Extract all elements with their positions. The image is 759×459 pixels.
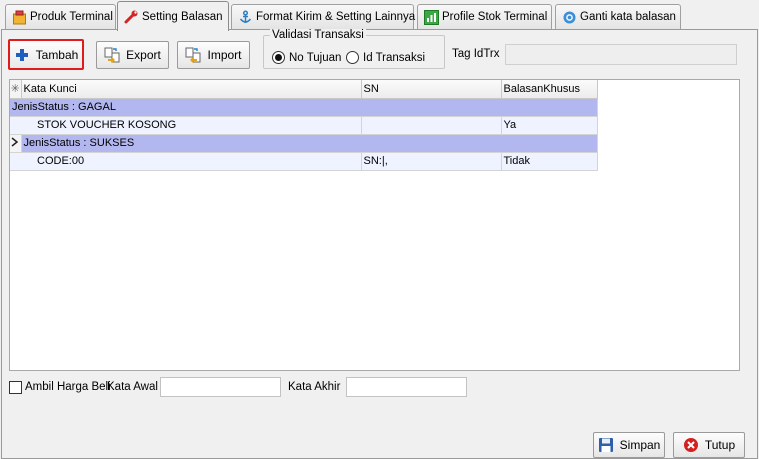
kata-balasan-grid: ✳ Kata Kunci SN BalasanKhusus JenisStatu…: [9, 79, 740, 371]
group-label: JenisStatus : GAGAL: [10, 98, 598, 117]
cell-sn[interactable]: [361, 116, 502, 135]
radio-indicator: [272, 51, 285, 64]
chart-icon: [424, 9, 439, 25]
radio-no-tujuan[interactable]: No Tujuan: [272, 51, 341, 64]
tutup-label: Tutup: [704, 438, 736, 452]
radio-label: No Tujuan: [289, 51, 342, 64]
tutup-button[interactable]: Tutup: [673, 432, 745, 458]
tab-produk-terminal[interactable]: Produk Terminal: [5, 4, 116, 29]
plus-icon: [14, 47, 30, 63]
column-header-balasan-khusus[interactable]: BalasanKhusus: [501, 80, 598, 99]
tag-idtrx-input[interactable]: [505, 44, 737, 65]
column-header-sn[interactable]: SN: [361, 80, 502, 99]
tab-ganti-kata-balasan[interactable]: Ganti kata balasan: [555, 4, 681, 29]
tab-label: Produk Terminal: [30, 11, 113, 23]
table-row[interactable]: CODE:00 SN:|, Tidak: [10, 152, 598, 171]
ambil-harga-beli-checkbox[interactable]: [9, 381, 22, 394]
simpan-label: Simpan: [619, 438, 661, 452]
group-row-gagal[interactable]: JenisStatus : GAGAL: [10, 98, 598, 117]
grid-table: ✳ Kata Kunci SN BalasanKhusus JenisStatu…: [10, 80, 598, 171]
cell-sn[interactable]: SN:|,: [361, 152, 502, 171]
ring-icon: [562, 10, 577, 25]
kata-awal-input[interactable]: [160, 377, 281, 397]
tab-label: Setting Balasan: [142, 10, 223, 23]
tab-bar: Produk Terminal Setting Balasan Format K…: [0, 0, 759, 31]
tab-label: Profile Stok Terminal: [442, 11, 548, 23]
export-label: Export: [126, 48, 161, 62]
group-label: JenisStatus : SUKSES: [21, 134, 598, 153]
kata-akhir-input[interactable]: [346, 377, 467, 397]
row-pointer-icon: [10, 134, 22, 153]
close-icon: [683, 437, 699, 453]
tag-idtrx-label: Tag IdTrx: [452, 48, 500, 60]
kata-akhir-label: Kata Akhir: [288, 381, 341, 393]
tambah-button[interactable]: Tambah: [8, 39, 84, 70]
import-icon: [185, 47, 201, 63]
tab-label: Ganti kata balasan: [580, 11, 676, 23]
group-row-sukses[interactable]: JenisStatus : SUKSES: [10, 134, 598, 153]
cell-kata-kunci[interactable]: CODE:00: [10, 152, 362, 171]
import-label: Import: [207, 48, 242, 62]
cell-kata-kunci[interactable]: STOK VOUCHER KOSONG: [10, 116, 362, 135]
import-button[interactable]: Import: [177, 41, 250, 69]
simpan-button[interactable]: Simpan: [593, 432, 665, 458]
asterisk-icon: ✳: [10, 80, 22, 99]
validasi-transaksi-group: Validasi Transaksi No Tujuan Id Transaks…: [263, 29, 445, 69]
export-button[interactable]: Export: [96, 41, 169, 69]
tab-setting-balasan[interactable]: Setting Balasan: [117, 1, 229, 31]
tambah-label: Tambah: [35, 47, 79, 62]
grid-header-row: ✳ Kata Kunci SN BalasanKhusus: [10, 80, 598, 99]
radio-indicator: [346, 51, 359, 64]
radio-label: Id Transaksi: [363, 51, 425, 64]
wrench-icon: [124, 9, 139, 24]
radio-id-transaksi[interactable]: Id Transaksi: [346, 51, 425, 64]
cell-balasan-khusus[interactable]: Ya: [501, 116, 598, 135]
save-icon: [598, 437, 614, 453]
validasi-title: Validasi Transaksi: [270, 29, 366, 41]
tab-label: Format Kirim & Setting Lainnya: [256, 11, 416, 23]
export-icon: [104, 47, 120, 63]
tab-profile-stok[interactable]: Profile Stok Terminal: [417, 4, 552, 29]
cell-balasan-khusus[interactable]: Tidak: [501, 152, 598, 171]
anchor-icon: [238, 9, 253, 25]
tab-format-kirim[interactable]: Format Kirim & Setting Lainnya: [231, 4, 416, 29]
table-row[interactable]: STOK VOUCHER KOSONG Ya: [10, 116, 598, 135]
ambil-harga-beli-label: Ambil Harga Beli: [25, 381, 111, 393]
box-icon: [12, 10, 27, 25]
kata-awal-label: Kata Awal: [107, 381, 158, 393]
column-header-kata-kunci[interactable]: Kata Kunci: [21, 80, 362, 99]
